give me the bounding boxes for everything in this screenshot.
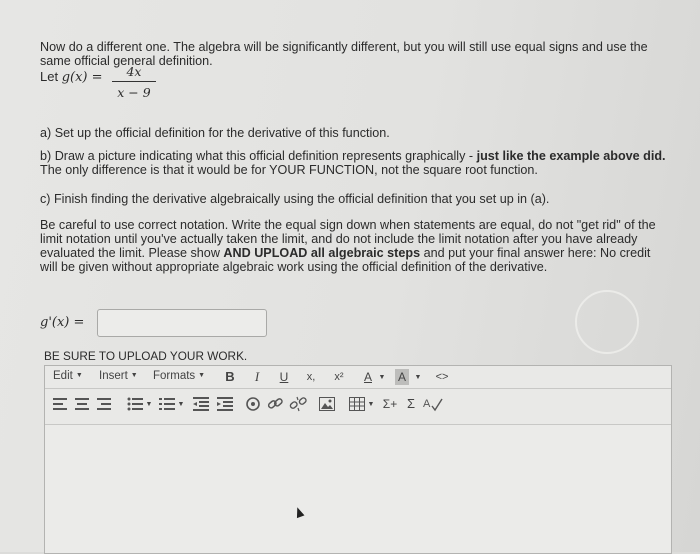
align-right-icon[interactable]	[97, 398, 111, 410]
underline-button[interactable]: U	[277, 369, 291, 385]
bullet-list-dropdown[interactable]: ▼	[145, 396, 153, 413]
function-fraction: 4x x − 9	[112, 64, 156, 100]
rich-text-editor: Edit ▼ Insert ▼ Formats ▼ B I U x, x² A ▼ A…	[44, 365, 672, 554]
unlink-icon[interactable]	[289, 396, 307, 412]
text-color-button[interactable]: A	[361, 369, 375, 385]
question-a: a) Set up the official definition for th…	[40, 126, 390, 140]
menu-formats[interactable]: Formats ▼	[153, 370, 205, 382]
chevron-down-icon: ▼	[367, 401, 375, 408]
align-center-icon[interactable]	[75, 398, 89, 410]
menu-insert[interactable]: Insert ▼	[99, 370, 138, 382]
function-lhs: g(x) =	[61, 70, 103, 85]
align-left-icon[interactable]	[53, 398, 67, 410]
svg-text:A: A	[423, 398, 431, 410]
numbered-list-dropdown[interactable]: ▼	[177, 396, 185, 413]
chevron-down-icon: ▼	[414, 374, 422, 381]
editor-toolbar: ▼ ▼ ▼ Σ+ Σ A	[45, 388, 671, 425]
highlight-color-dropdown[interactable]: ▼	[413, 369, 423, 386]
sigma-button[interactable]: Σ	[403, 396, 419, 412]
editor-content-area[interactable]	[45, 425, 671, 553]
chevron-down-icon: ▼	[145, 401, 153, 408]
menu-edit-label: Edit	[53, 370, 73, 382]
mouse-cursor-icon	[293, 505, 305, 519]
upload-label: BE SURE TO UPLOAD YOUR WORK.	[44, 349, 248, 363]
table-dropdown[interactable]: ▼	[367, 396, 375, 413]
decorative-circle	[575, 290, 639, 354]
menu-edit[interactable]: Edit ▼	[53, 370, 83, 382]
instructions-bold: AND UPLOAD all algebraic steps	[223, 246, 421, 260]
image-link-icon[interactable]	[245, 396, 261, 412]
fraction-numerator: 4x	[126, 64, 142, 79]
spellcheck-icon[interactable]: A	[423, 396, 443, 412]
question-b-bold: just like the example above did.	[476, 149, 666, 163]
text-color-dropdown[interactable]: ▼	[377, 369, 387, 386]
menu-formats-label: Formats	[153, 370, 196, 382]
assignment-page: Now do a different one. The algebra will…	[0, 0, 700, 554]
superscript-button[interactable]: x²	[331, 369, 347, 385]
question-b-prefix: b) Draw a picture indicating what this o…	[40, 149, 477, 163]
italic-button[interactable]: I	[251, 369, 263, 385]
answer-input[interactable]	[97, 309, 267, 337]
chevron-down-icon: ▼	[130, 372, 138, 379]
editor-menubar: Edit ▼ Insert ▼ Formats ▼ B I U x, x² A ▼ A…	[45, 366, 671, 389]
insert-sigma-button[interactable]: Σ+	[379, 396, 401, 412]
chevron-down-icon: ▼	[198, 372, 206, 379]
menu-insert-label: Insert	[99, 370, 128, 382]
chevron-down-icon: ▼	[75, 372, 83, 379]
function-definition-label: Let g(x) =	[40, 70, 103, 85]
let-prefix: Let	[40, 69, 62, 84]
image-icon[interactable]	[319, 397, 335, 411]
question-c: c) Finish finding the derivative algebra…	[40, 192, 550, 206]
chevron-down-icon: ▼	[378, 374, 386, 381]
code-button[interactable]: <>	[433, 369, 451, 385]
chevron-down-icon: ▼	[177, 401, 185, 408]
table-icon[interactable]	[349, 397, 365, 411]
fraction-denominator: x − 9	[117, 85, 151, 100]
subscript-button[interactable]: x,	[303, 369, 319, 385]
outdent-icon[interactable]	[193, 397, 209, 411]
indent-icon[interactable]	[217, 397, 233, 411]
highlight-color-button[interactable]: A	[395, 369, 409, 385]
numbered-list-icon[interactable]	[159, 397, 175, 411]
link-icon[interactable]	[267, 396, 283, 412]
answer-label: g'(x) =	[40, 315, 85, 330]
bullet-list-icon[interactable]	[127, 397, 143, 411]
question-b-rest: The only difference is that it would be …	[40, 163, 538, 177]
bold-button[interactable]: B	[223, 369, 237, 385]
question-b: b) Draw a picture indicating what this o…	[40, 149, 680, 177]
instructions-text: Be careful to use correct notation. Writ…	[40, 218, 670, 274]
fraction-bar	[112, 81, 156, 82]
